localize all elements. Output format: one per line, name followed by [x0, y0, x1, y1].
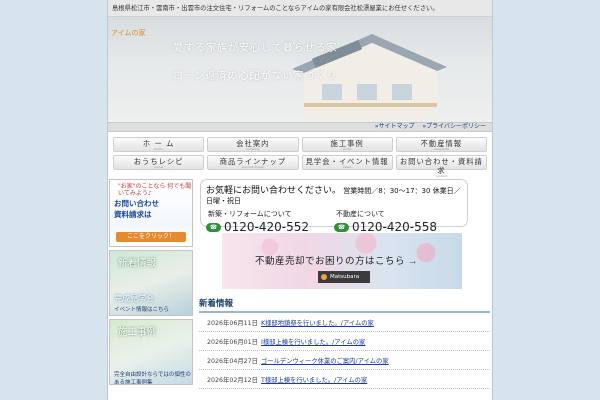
privacy-policy-link[interactable]: »プライバシーポリシー	[422, 123, 486, 130]
phone-realestate: 不動産について ☎ 0120-420-558	[334, 209, 462, 234]
news-date: 2026年04月27日	[207, 357, 258, 365]
works-banner-title: 施工事例	[118, 328, 157, 338]
nav-recipe[interactable]: おうちレシピ recipe	[113, 155, 205, 170]
nav-lineup[interactable]: 商品ラインナップ product lineup	[207, 155, 299, 170]
matsubara-logo: Matsubara	[318, 271, 370, 283]
news-link[interactable]: ゴールデンウィーク休業のご案内/アイムの家	[261, 356, 389, 365]
contact-banner-subheading: 資料請求は	[114, 210, 152, 219]
nav-event[interactable]: 見学会・イベント情報 event	[301, 155, 393, 170]
gnav-row-2: おうちレシピ recipe 商品ラインナップ product lineup 見学会・…	[113, 155, 487, 178]
matsubara-logo-text: Matsubara	[330, 274, 360, 280]
hero-headline: 愛する家族が安心して暮らせる家	[173, 43, 338, 54]
news-link[interactable]: T様邸上棟を行いました。/アイムの家	[261, 375, 367, 384]
news-date: 2026年06月01日	[207, 338, 258, 346]
event-banner[interactable]: 新着情報 完成見学会 イベント情報はこちら	[109, 250, 193, 316]
sidebar: "お家"のことなら 何でも聞いてみよう♪ お問い合わせ 資料請求は ここをクリッ…	[109, 179, 193, 388]
nav-recipe-sub: recipe	[154, 165, 164, 169]
news-link[interactable]: I様邸上棟を行いました。/アイムの家	[261, 337, 365, 346]
phone-realestate-tel: 0120-420-558	[352, 220, 438, 234]
contact-banner-cta[interactable]: ここをクリック！	[116, 232, 186, 242]
news-heading: 新着情報	[199, 297, 490, 313]
nav-home-sub: home	[154, 147, 163, 151]
news-list: 2026年06月11日 K様邸地鎮祭を行いました。/アイムの家 2026年06月0…	[199, 313, 490, 389]
phone-new-build-label: 新築・リフォームについて	[208, 210, 292, 218]
event-banner-subtitle: 完成見学会	[114, 294, 154, 303]
news-date: 2026年02月12日	[207, 376, 258, 384]
sitemap-link[interactable]: »サイトマップ	[375, 123, 415, 130]
news-item: 2026年06月11日 K様邸地鎮祭を行いました。/アイムの家	[199, 313, 490, 332]
hero-subline: ローン返済の心配がない家づくり	[173, 71, 338, 82]
nav-home[interactable]: ホ ー ム home	[113, 137, 205, 152]
works-banner-caption: 完全自由設計ならではの個性のある施工事例集	[114, 372, 191, 385]
contact-banner-heading: お問い合わせ	[114, 199, 159, 208]
event-banner-caption: イベント情報はこちら	[114, 307, 170, 313]
phone-new-build: 新築・リフォームについて ☎ 0120-420-552	[206, 209, 334, 234]
realestate-banner-text: 不動産売却でお困りの方はこちら →	[255, 257, 418, 267]
news-item: 2026年02月12日 T様邸上棟を行いました。/アイムの家	[199, 370, 490, 389]
nav-contact-label: お問い合わせ・資料請求	[399, 157, 483, 175]
news-link[interactable]: K様邸地鎮祭を行いました。/アイムの家	[261, 318, 374, 327]
contact-banner-lead: "お家"のことなら 何でも聞いてみよう♪	[118, 183, 192, 197]
nav-realestate-sub: realestate	[433, 147, 449, 151]
event-banner-title: 新着情報	[118, 259, 157, 269]
works-banner[interactable]: 施工事例 完全自由設計ならではの個性のある施工事例集	[109, 319, 193, 385]
contact-info-box: お気軽にお問い合わせください。 営業時間／8：30～17：30 休業日／日曜・祝…	[200, 179, 468, 234]
nav-event-sub: event	[342, 165, 352, 169]
nav-realestate[interactable]: 不動産情報 realestate	[395, 137, 487, 152]
phone-new-build-tel: 0120-420-552	[224, 220, 310, 234]
nav-company-sub: company	[245, 147, 260, 151]
contact-phone-columns: 新築・リフォームについて ☎ 0120-420-552 不動産について ☎ 0120…	[206, 209, 462, 234]
nav-contact[interactable]: お問い合わせ・資料請求 contact	[395, 155, 487, 178]
hero-banner: アイムの家 愛する家族が安心して暮らせる家 ローン返済の心配がない家づくり	[108, 17, 492, 122]
nav-works[interactable]: 施工事例 works	[301, 137, 393, 152]
news-item: 2026年06月01日 I様邸上棟を行いました。/アイムの家	[199, 332, 490, 351]
page-wrapper: 島根県松江市・雲南市・出雲市の注文住宅・リフォームのことならアイムの家有限会社松…	[107, 0, 493, 400]
main-content: お気軽にお問い合わせください。 営業時間／8：30～17：30 休業日／日曜・祝…	[199, 179, 490, 389]
phone-new-build-number[interactable]: ☎ 0120-420-552	[206, 220, 334, 234]
global-navigation: ホ ー ム home 会社案内 company 施工事例 works 不動産情報 rea…	[108, 132, 492, 178]
freedial-icon: ☎	[334, 222, 349, 232]
news-date: 2026年06月11日	[207, 319, 258, 327]
realestate-sale-banner[interactable]: 不動産売却でお困りの方はこちら → Matsubara	[222, 233, 462, 289]
site-logo[interactable]: アイムの家	[111, 29, 149, 53]
nav-works-sub: works	[342, 147, 352, 151]
contact-banner[interactable]: "お家"のことなら 何でも聞いてみよう♪ お問い合わせ 資料請求は ここをクリッ…	[109, 179, 193, 247]
contact-info-header: お気軽にお問い合わせください。 営業時間／8：30～17：30 休業日／日曜・祝…	[206, 183, 462, 206]
header-tagline: 島根県松江市・雲南市・出雲市の注文住宅・リフォームのことならアイムの家有限会社松…	[108, 0, 492, 17]
phone-realestate-label: 不動産について	[336, 210, 385, 218]
contact-info-title: お気軽にお問い合わせください。	[206, 186, 342, 196]
utility-links: »サイトマップ »プライバシーポリシー	[108, 122, 492, 132]
nav-company[interactable]: 会社案内 company	[207, 137, 299, 152]
nav-lineup-sub: product lineup	[242, 165, 264, 169]
nav-contact-sub: contact	[435, 174, 447, 178]
gnav-row-1: ホ ー ム home 会社案内 company 施工事例 works 不動産情報 rea…	[113, 137, 487, 152]
news-item: 2026年04月27日 ゴールデンウィーク休業のご案内/アイムの家	[199, 351, 490, 370]
freedial-icon: ☎	[206, 222, 221, 232]
phone-realestate-number[interactable]: ☎ 0120-420-558	[334, 220, 462, 234]
logo-mark-icon	[321, 274, 327, 280]
